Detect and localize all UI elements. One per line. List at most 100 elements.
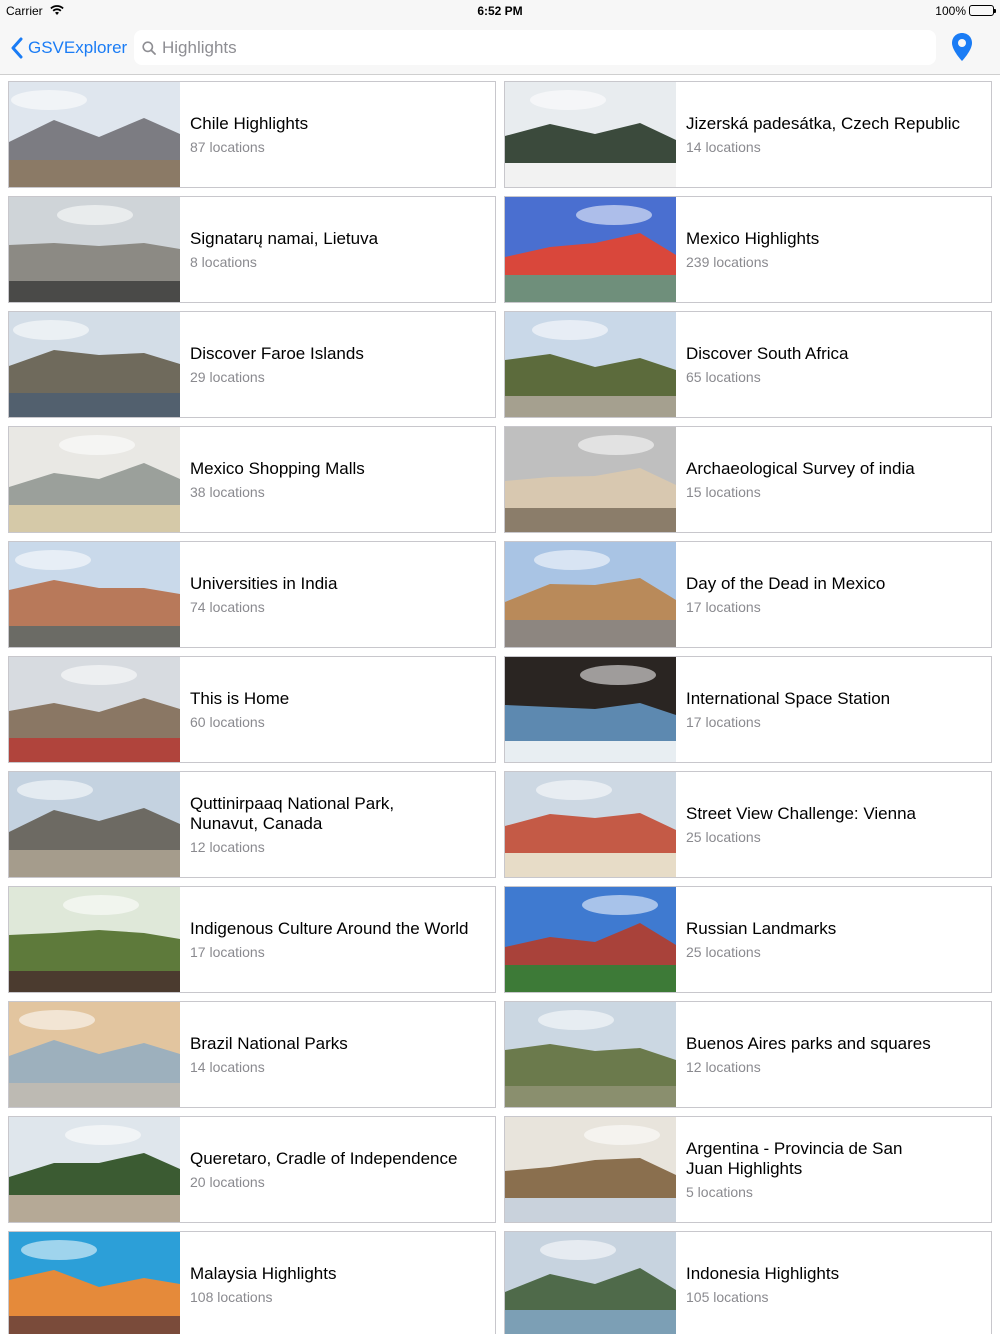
collection-card[interactable]: Universities in India 74 locations — [8, 541, 496, 648]
collection-text: Discover Faroe Islands 29 locations — [190, 312, 487, 417]
collection-card[interactable]: Day of the Dead in Mexico 17 locations — [504, 541, 992, 648]
collection-text: This is Home 60 locations — [190, 657, 487, 762]
collection-card[interactable]: This is Home 60 locations — [8, 656, 496, 763]
collection-card[interactable]: Chile Highlights 87 locations — [8, 81, 496, 188]
collection-thumbnail — [505, 427, 676, 532]
collection-thumbnail — [9, 1232, 180, 1334]
battery-icon — [969, 5, 996, 16]
collection-card[interactable]: Queretaro, Cradle of Independence 20 loca… — [8, 1116, 496, 1223]
back-button[interactable]: GSVExplorer — [10, 35, 127, 61]
collection-title: International Space Station — [686, 689, 891, 708]
collection-card[interactable]: Discover South Africa 65 locations — [504, 311, 992, 418]
collection-title: Quttinirpaaq National Park, Nunavut, Can… — [190, 794, 395, 833]
collection-text: Mexico Highlights 239 locations — [686, 197, 983, 302]
collection-text: Discover South Africa 65 locations — [686, 312, 983, 417]
collection-thumbnail — [505, 312, 676, 417]
collection-thumbnail — [505, 542, 676, 647]
collection-location-count: 17 locations — [190, 944, 265, 960]
collection-title: Indigenous Culture Around the World — [190, 919, 469, 938]
collection-title: Discover South Africa — [686, 344, 849, 363]
collection-text: Chile Highlights 87 locations — [190, 82, 487, 187]
location-pin-icon[interactable] — [950, 32, 974, 62]
collection-title: Discover Faroe Islands — [190, 344, 364, 363]
collection-location-count: 15 locations — [686, 484, 761, 500]
collection-location-count: 8 locations — [190, 254, 257, 270]
battery-percentage: 100% — [935, 4, 966, 18]
clock-label: 6:52 PM — [477, 4, 523, 18]
search-icon — [142, 40, 156, 55]
collection-title: Chile Highlights — [190, 114, 309, 133]
collection-thumbnail — [9, 542, 180, 647]
collection-title: Signatarų namai, Lietuva — [190, 229, 379, 248]
collection-thumbnail — [9, 1002, 180, 1107]
collection-location-count: 17 locations — [686, 599, 761, 615]
collection-location-count: 25 locations — [686, 944, 761, 960]
collection-location-count: 20 locations — [190, 1174, 265, 1190]
collection-location-count: 14 locations — [190, 1059, 265, 1075]
collection-thumbnail — [9, 657, 180, 762]
collection-title: Day of the Dead in Mexico — [686, 574, 886, 593]
collection-title: Jizerská padesátka, Czech Republic — [686, 114, 961, 133]
collection-text: Jizerská padesátka, Czech Republic 14 loc… — [686, 82, 983, 187]
collection-card[interactable]: Russian Landmarks 25 locations — [504, 886, 992, 993]
collection-location-count: 38 locations — [190, 484, 265, 500]
collection-card[interactable]: Street View Challenge: Vienna 25 location… — [504, 771, 992, 878]
collection-title: Mexico Shopping Malls — [190, 459, 365, 478]
collection-thumbnail — [9, 82, 180, 187]
collection-location-count: 65 locations — [686, 369, 761, 385]
collection-card[interactable]: Discover Faroe Islands 29 locations — [8, 311, 496, 418]
back-button-label: GSVExplorer — [28, 38, 128, 57]
collection-title: This is Home — [190, 689, 290, 708]
collection-location-count: 239 locations — [686, 254, 769, 270]
collection-title: Russian Landmarks — [686, 919, 837, 938]
search-bar[interactable] — [134, 30, 936, 65]
collection-title: Street View Challenge: Vienna — [686, 804, 916, 823]
collection-card[interactable]: Quttinirpaaq National Park, Nunavut, Can… — [8, 771, 496, 878]
collection-card[interactable]: Jizerská padesátka, Czech Republic 14 loc… — [504, 81, 992, 188]
collection-card[interactable]: International Space Station 17 locations — [504, 656, 992, 763]
collection-card[interactable]: Argentina - Provincia de San Juan Highli… — [504, 1116, 992, 1223]
collection-location-count: 12 locations — [686, 1059, 761, 1075]
collection-card[interactable]: Malaysia Highlights 108 locations — [8, 1231, 496, 1334]
collection-card[interactable]: Brazil National Parks 14 locations — [8, 1001, 496, 1108]
collection-title: Buenos Aires parks and squares — [686, 1034, 931, 1053]
collection-text: International Space Station 17 locations — [686, 657, 983, 762]
collection-thumbnail — [505, 1117, 676, 1222]
collection-text: Argentina - Provincia de San Juan Highli… — [686, 1117, 983, 1222]
collection-text: Universities in India 74 locations — [190, 542, 487, 647]
collection-text: Indigenous Culture Around the World 17 lo… — [190, 887, 487, 992]
collection-title: Mexico Highlights — [686, 229, 820, 248]
collection-thumbnail — [9, 312, 180, 417]
collection-card[interactable]: Indigenous Culture Around the World 17 lo… — [8, 886, 496, 993]
collection-text: Queretaro, Cradle of Independence 20 loca… — [190, 1117, 487, 1222]
collection-card[interactable]: Signatarų namai, Lietuva 8 locations — [8, 196, 496, 303]
collection-text: Day of the Dead in Mexico 17 locations — [686, 542, 983, 647]
collection-location-count: 5 locations — [686, 1184, 753, 1200]
collection-thumbnail — [505, 82, 676, 187]
collection-thumbnail — [505, 1232, 676, 1334]
collection-card[interactable]: Mexico Highlights 239 locations — [504, 196, 992, 303]
search-input[interactable] — [162, 37, 922, 58]
collection-thumbnail — [9, 1117, 180, 1222]
collection-card[interactable]: Buenos Aires parks and squares 12 locatio… — [504, 1001, 992, 1108]
collection-location-count: 12 locations — [190, 839, 265, 855]
collection-location-count: 25 locations — [686, 829, 761, 845]
collection-title: Argentina - Provincia de San Juan Highli… — [686, 1139, 903, 1178]
collection-location-count: 17 locations — [686, 714, 761, 730]
collection-text: Malaysia Highlights 108 locations — [190, 1232, 487, 1334]
collection-thumbnail — [505, 772, 676, 877]
collection-location-count: 105 locations — [686, 1289, 769, 1305]
collection-card[interactable]: Indonesia Highlights 105 locations — [504, 1231, 992, 1334]
collection-thumbnail — [9, 887, 180, 992]
collection-thumbnail — [505, 1002, 676, 1107]
collection-card[interactable]: Mexico Shopping Malls 38 locations — [8, 426, 496, 533]
collection-card[interactable]: Archaeological Survey of india 15 locatio… — [504, 426, 992, 533]
collection-thumbnail — [9, 772, 180, 877]
collection-thumbnail — [505, 887, 676, 992]
collection-text: Quttinirpaaq National Park, Nunavut, Can… — [190, 772, 487, 877]
collection-text: Brazil National Parks 14 locations — [190, 1002, 487, 1107]
collection-location-count: 108 locations — [190, 1289, 273, 1305]
collection-thumbnail — [9, 197, 180, 302]
collection-title: Brazil National Parks — [190, 1034, 348, 1053]
chevron-left-icon — [11, 37, 23, 59]
